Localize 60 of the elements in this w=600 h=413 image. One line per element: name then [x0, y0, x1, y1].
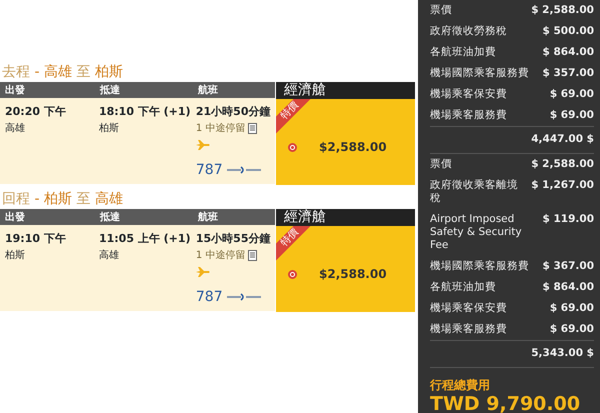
document-icon[interactable]	[248, 250, 258, 260]
fee-label: 政府徵收乘客離境稅	[430, 178, 519, 205]
fee-amount: $ 1,267.00	[530, 178, 594, 192]
fee-amount: $ 357.00	[542, 67, 594, 80]
fare-radio[interactable]	[288, 270, 297, 278]
subtotal: 4,447.00 $	[430, 126, 594, 154]
fee-amount: $ 367.00	[542, 260, 594, 273]
fare-radio[interactable]	[288, 142, 297, 152]
airplane-icon	[196, 140, 210, 150]
arrival-city: 高雄	[98, 248, 120, 262]
fee-label: 各航班油加費	[430, 280, 496, 294]
leg-heading: 去程 - 高雄 至 柏斯	[1, 63, 124, 82]
fee-label: 各航班油加費	[430, 46, 496, 59]
arrival-time: 18:10 下午 (+1)	[98, 104, 192, 120]
fee-amount: $ 69.00	[550, 88, 594, 101]
fee-label: 機場乘客服務費	[430, 109, 507, 122]
fee-label: 機場國際乘客服務費	[430, 260, 529, 273]
fare-price: $2,588.00	[319, 266, 387, 283]
departure-city: 柏斯	[5, 248, 26, 262]
cabin-header: 經濟艙	[276, 82, 415, 99]
aircraft-model: 787	[196, 288, 223, 307]
fee-label: 票價	[430, 4, 452, 17]
document-icon[interactable]	[248, 122, 258, 134]
fee-label: 票價	[430, 158, 452, 171]
fee-amount: $ 2,588.00	[530, 158, 594, 171]
departure-city: 高雄	[5, 122, 26, 136]
aircraft-model: 787	[196, 161, 223, 180]
stops-link[interactable]: 1 中途停留	[196, 248, 246, 262]
departure-time: 20:20 下午	[5, 104, 67, 120]
subtotal: 5,343.00 $	[430, 340, 594, 368]
cabin-header: 經濟艙	[276, 209, 415, 226]
fee-label: 政府徵收勞務稅	[430, 25, 507, 38]
flight-duration: 15小時55分鐘	[196, 231, 272, 247]
fee-label: 機場乘客保安費	[430, 302, 507, 315]
fee-label: 機場乘客保安費	[430, 88, 507, 101]
fee-amount: $ 864.00	[542, 46, 594, 59]
total-amount: TWD 9,790.00	[430, 394, 582, 413]
fee-label: 機場乘客服務費	[430, 322, 507, 336]
fee-amount: $ 119.00	[542, 212, 594, 226]
wing-logo-icon	[226, 166, 262, 174]
departure-time: 19:10 下午	[5, 231, 67, 247]
arrival-time: 11:05 上午 (+1)	[98, 231, 192, 247]
fee-label: 機場國際乘客服務費	[430, 67, 529, 80]
fee-amount: $ 2,588.00	[530, 4, 594, 17]
fee-amount: $ 69.00	[550, 109, 594, 122]
airplane-icon	[196, 266, 210, 277]
flight-duration: 21小時50分鐘	[196, 104, 272, 120]
wing-logo-icon	[226, 293, 262, 301]
fee-amount: $ 864.00	[542, 280, 594, 294]
fee-label: Airport Imposed Safety & Security Fee	[430, 212, 523, 252]
fare-price: $2,588.00	[319, 139, 387, 156]
fee-amount: $ 69.00	[550, 302, 594, 315]
table-header: 出發 抵達 航班	[0, 209, 275, 225]
arrival-city: 柏斯	[98, 122, 120, 136]
fee-amount: $ 69.00	[550, 322, 594, 336]
table-header: 出發 抵達 航班	[0, 82, 275, 98]
stops-link[interactable]: 1 中途停留	[196, 120, 246, 136]
leg-heading: 回程 - 柏斯 至 高雄	[1, 190, 124, 209]
fee-amount: $ 500.00	[542, 25, 594, 38]
total-label: 行程總費用	[430, 376, 491, 394]
